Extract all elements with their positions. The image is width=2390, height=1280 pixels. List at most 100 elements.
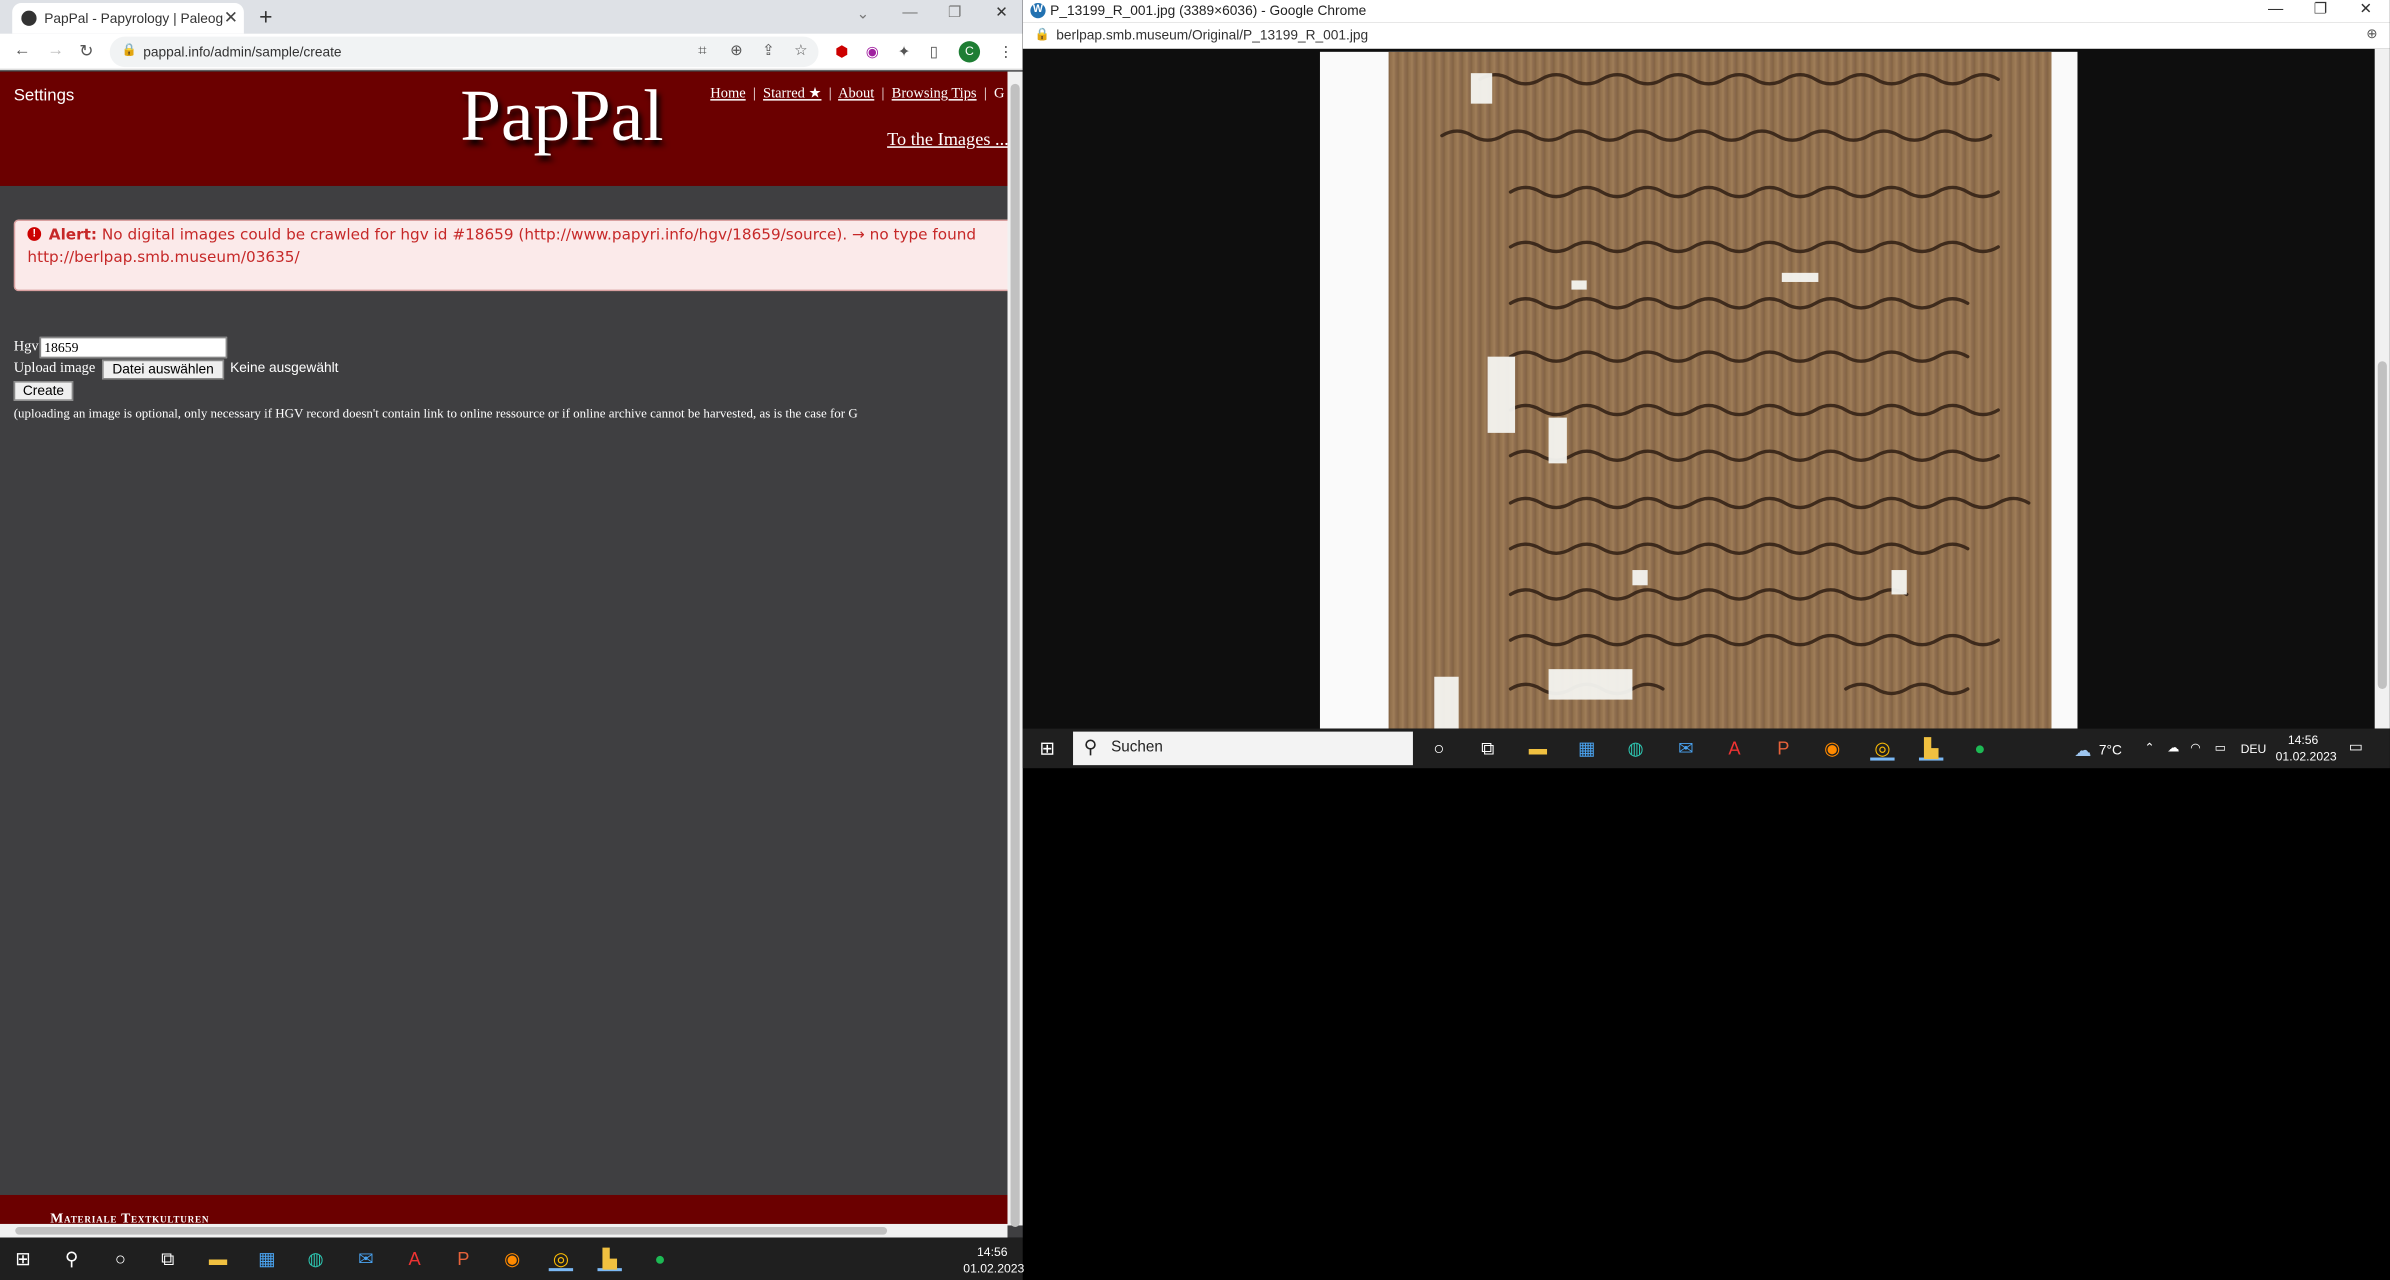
extension-2-icon[interactable]: ◉ bbox=[866, 44, 879, 61]
reload-icon[interactable]: ↻ bbox=[79, 41, 93, 61]
weather-icon[interactable]: ☁ bbox=[2074, 741, 2091, 760]
cloud-icon[interactable]: ☁ bbox=[2167, 741, 2179, 755]
puzzle-icon[interactable]: ✦ bbox=[898, 44, 911, 61]
close-tab-icon[interactable]: ✕ bbox=[224, 8, 238, 27]
top-nav: Home | Starred ★ | About | Browsing Tips… bbox=[710, 86, 1005, 103]
store-icon[interactable]: ▦ bbox=[1574, 736, 1598, 760]
file-icon[interactable]: ▙ bbox=[1918, 736, 1944, 761]
back-icon[interactable]: ← bbox=[14, 41, 31, 59]
bookmark-star-icon[interactable]: ☆ bbox=[794, 43, 808, 60]
battery-icon[interactable]: ▭ bbox=[2215, 741, 2227, 755]
extension-icon[interactable]: ⬢ bbox=[835, 44, 848, 61]
start-icon[interactable]: ⊞ bbox=[1035, 736, 1059, 760]
file-explorer-icon[interactable]: ▬ bbox=[206, 1247, 230, 1271]
upload-note: (uploading an image is optional, only ne… bbox=[13, 405, 858, 421]
hgv-label: Hgv bbox=[13, 339, 39, 356]
vertical-scrollbar[interactable] bbox=[2374, 48, 2390, 729]
cortana-icon[interactable]: ○ bbox=[108, 1247, 132, 1271]
alert-icon: ! bbox=[27, 227, 42, 241]
spotify-icon[interactable]: ● bbox=[1968, 736, 1992, 760]
file-explorer-icon[interactable]: ▬ bbox=[1526, 736, 1550, 760]
acrobat-icon[interactable]: A bbox=[1722, 736, 1746, 760]
translate-icon[interactable]: ⌗ bbox=[698, 43, 707, 60]
alert-box: ! Alert: No digital images could be craw… bbox=[13, 219, 1020, 292]
tray-chevron-icon[interactable]: ⌃ bbox=[2145, 741, 2155, 755]
alert-message: No digital images could be crawled for h… bbox=[101, 227, 977, 244]
restore-icon[interactable]: ❐ bbox=[2314, 2, 2328, 19]
mail-icon[interactable]: ✉ bbox=[354, 1247, 378, 1271]
powerpoint-icon[interactable]: P bbox=[451, 1247, 475, 1271]
taskbar-right: ⊞ ⚲ Suchen ○ ⧉ ▬ ▦ ◍ ✉ A P ◉ ◎ ▙ ● ☁ 7°C … bbox=[1022, 728, 2390, 769]
chrome-icon[interactable]: ◎ bbox=[548, 1247, 574, 1272]
address-bar[interactable]: 🔒 berlpap.smb.museum/Original/P_13199_R_… bbox=[1022, 22, 2390, 49]
scroll-thumb[interactable] bbox=[1010, 83, 1020, 1227]
vertical-scrollbar[interactable] bbox=[1007, 71, 1023, 1227]
clock-date[interactable]: 01.02.2023 bbox=[963, 1262, 1024, 1276]
store-icon[interactable]: ▦ bbox=[255, 1247, 279, 1271]
start-icon[interactable]: ⊞ bbox=[11, 1247, 35, 1271]
choose-file-button[interactable]: Datei auswählen bbox=[102, 359, 225, 380]
share-icon[interactable]: ⇪ bbox=[762, 43, 775, 60]
network-icon[interactable]: ◠ bbox=[2190, 741, 2201, 755]
sidepanel-icon[interactable]: ▯ bbox=[930, 44, 938, 61]
to-images-link[interactable]: To the Images ... bbox=[887, 128, 1009, 151]
tab-title: PapPal - Papyrology | Paleograph bbox=[44, 10, 224, 26]
pappal-favicon-icon bbox=[21, 10, 37, 26]
nav-home[interactable]: Home bbox=[710, 87, 745, 102]
nav-starred[interactable]: Starred ★ bbox=[763, 87, 821, 102]
clock-time[interactable]: 14:56 bbox=[977, 1245, 1008, 1259]
new-tab-icon[interactable]: + bbox=[259, 5, 272, 31]
settings-link[interactable]: Settings bbox=[14, 87, 75, 105]
clock-time[interactable]: 14:56 bbox=[2288, 733, 2319, 747]
zoom-icon[interactable]: ⊕ bbox=[730, 43, 743, 60]
chrome-icon[interactable]: ◎ bbox=[1870, 736, 1895, 761]
close-window-icon[interactable]: ✕ bbox=[995, 5, 1008, 22]
create-button[interactable]: Create bbox=[13, 381, 74, 401]
nav-browsing-tips[interactable]: Browsing Tips bbox=[892, 87, 977, 102]
nav-about[interactable]: About bbox=[838, 87, 874, 102]
notification-icon[interactable]: ▭ bbox=[2349, 739, 2363, 756]
restore-icon[interactable]: ❐ bbox=[948, 5, 962, 22]
profile-avatar[interactable]: C bbox=[958, 41, 981, 63]
site-header: Settings PapPal Home | Starred ★ | About… bbox=[0, 71, 1009, 186]
minimize-icon[interactable]: — bbox=[902, 5, 917, 22]
close-window-icon[interactable]: ✕ bbox=[2359, 2, 2372, 19]
file-icon[interactable]: ▙ bbox=[597, 1247, 622, 1272]
scroll-thumb[interactable] bbox=[2377, 361, 2387, 689]
mail-icon[interactable]: ✉ bbox=[1674, 736, 1698, 760]
tab-pappal[interactable]: PapPal - Papyrology | Paleograph ✕ bbox=[12, 3, 244, 34]
left-browser-window: PapPal - Papyrology | Paleograph ✕ + ⌄ —… bbox=[0, 0, 1023, 1238]
minimize-icon[interactable]: — bbox=[2268, 2, 2283, 19]
powerpoint-icon[interactable]: P bbox=[1771, 736, 1795, 760]
horizontal-scrollbar[interactable] bbox=[0, 1223, 1008, 1238]
cortana-icon[interactable]: ○ bbox=[1427, 736, 1451, 760]
alert-label: Alert: bbox=[48, 227, 98, 244]
firefox-icon[interactable]: ◉ bbox=[500, 1247, 524, 1271]
address-bar-row: ← → ↻ 🔒 pappal.info/admin/sample/create … bbox=[0, 33, 1023, 71]
search-placeholder: Suchen bbox=[1111, 739, 1163, 757]
zoom-icon[interactable]: ⊕ bbox=[2366, 26, 2378, 43]
edge-icon[interactable]: ◍ bbox=[303, 1247, 327, 1271]
search-icon: ⚲ bbox=[1083, 736, 1098, 758]
url-field[interactable]: 🔒 pappal.info/admin/sample/create ⌗ ⊕ ⇪ … bbox=[109, 36, 819, 68]
weather-temp[interactable]: 7°C bbox=[2099, 742, 2122, 757]
edge-icon[interactable]: ◍ bbox=[1623, 736, 1647, 760]
tab-search-icon[interactable]: ⌄ bbox=[857, 6, 870, 23]
clock-date[interactable]: 01.02.2023 bbox=[2276, 750, 2337, 764]
firefox-icon[interactable]: ◉ bbox=[1820, 736, 1844, 760]
search-box[interactable]: ⚲ Suchen bbox=[1073, 731, 1413, 766]
spotify-icon[interactable]: ● bbox=[648, 1247, 672, 1271]
task-view-icon[interactable]: ⧉ bbox=[1475, 736, 1499, 760]
language-indicator[interactable]: DEU bbox=[2241, 742, 2267, 756]
site-logo[interactable]: PapPal bbox=[460, 75, 663, 159]
hgv-input[interactable]: 18659 bbox=[39, 336, 228, 359]
scroll-thumb[interactable] bbox=[15, 1226, 888, 1235]
search-icon[interactable]: ⚲ bbox=[59, 1247, 83, 1271]
papyrus-image[interactable] bbox=[1388, 51, 2052, 729]
task-view-icon[interactable]: ⧉ bbox=[155, 1247, 179, 1271]
menu-icon[interactable]: ⋮ bbox=[998, 44, 1013, 61]
no-file-text: Keine ausgewählt bbox=[230, 359, 339, 375]
acrobat-icon[interactable]: A bbox=[402, 1247, 426, 1271]
forward-icon[interactable]: → bbox=[47, 41, 64, 59]
papyrus-image-frame[interactable] bbox=[1319, 51, 2078, 729]
